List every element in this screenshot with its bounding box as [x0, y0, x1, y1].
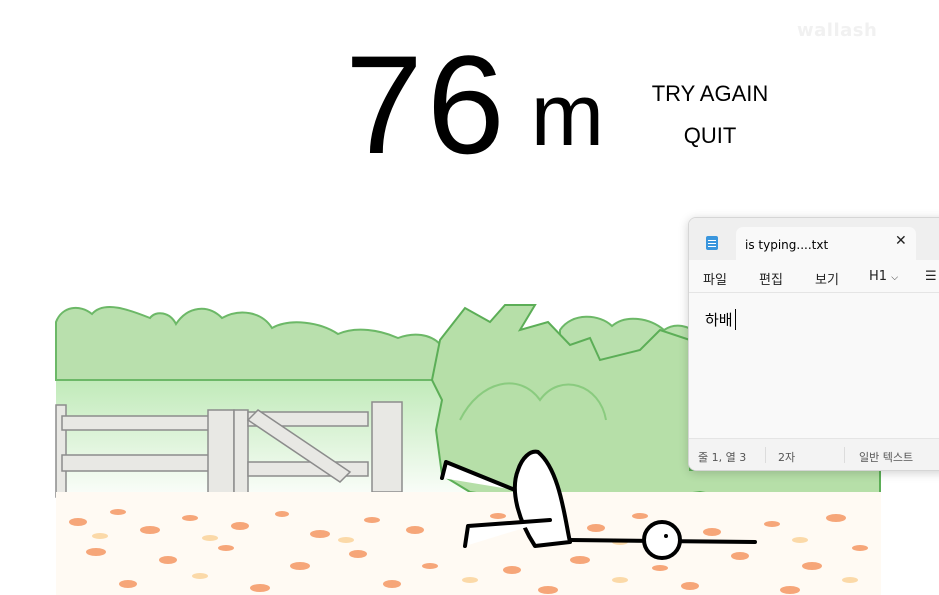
notepad-status-bar: 줄 1, 열 3 2자 일반 텍스트	[689, 438, 939, 470]
notepad-tab-bar: is typing....txt ✕	[689, 218, 939, 260]
status-chars: 2자	[778, 451, 796, 464]
chevron-down-icon: ⌵	[891, 273, 899, 283]
notepad-tab-title: is typing....txt	[745, 238, 829, 252]
notepad-content: 하배	[705, 311, 733, 329]
notepad-icon	[706, 236, 718, 250]
status-divider	[844, 447, 845, 463]
distance-value: 76	[345, 26, 509, 183]
notepad-tab[interactable]: is typing....txt ✕	[736, 227, 916, 260]
game-over-menu: TRY AGAIN QUIT	[640, 80, 780, 164]
quit-button[interactable]: QUIT	[640, 122, 780, 164]
try-again-button[interactable]: TRY AGAIN	[640, 80, 780, 122]
heading-dropdown[interactable]: H1 ⌵	[869, 269, 898, 284]
distance-display: 76 m	[345, 20, 605, 183]
status-divider	[765, 447, 766, 463]
status-position: 줄 1, 열 3	[698, 451, 747, 464]
list-icon[interactable]: ☰	[925, 269, 937, 284]
menu-view[interactable]: 보기	[815, 269, 839, 288]
heading-label: H1	[869, 269, 888, 284]
text-caret	[735, 309, 736, 330]
menu-edit[interactable]: 편집	[759, 269, 783, 288]
notepad-window: is typing....txt ✕ 파일 편집 보기 H1 ⌵ ☰ 하배 줄 …	[688, 217, 939, 471]
notepad-menu-bar: 파일 편집 보기 H1 ⌵ ☰	[689, 260, 939, 293]
close-icon[interactable]: ✕	[895, 233, 907, 249]
status-format: 일반 텍스트	[859, 451, 914, 464]
menu-file[interactable]: 파일	[703, 269, 727, 288]
distance-unit: m	[530, 65, 605, 164]
notepad-text-area[interactable]: 하배	[689, 293, 939, 438]
